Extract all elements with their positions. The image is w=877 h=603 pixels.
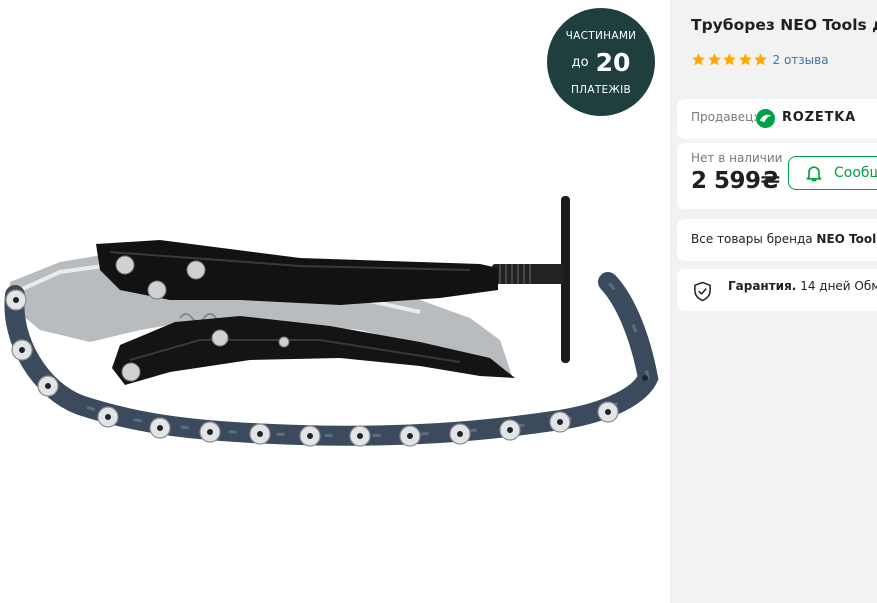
star-icon <box>754 53 767 66</box>
reviews-link[interactable]: 2 отзыва <box>773 53 829 67</box>
brand-link[interactable]: Все товары бренда NEO Tools <box>691 232 877 246</box>
bell-icon <box>806 166 822 182</box>
warranty-text: Гарантия. 14 дней Обмен/возврат <box>728 279 877 293</box>
warranty-details: 14 дней Обмен/возврат <box>800 279 877 293</box>
rozetka-logo-icon <box>756 109 775 128</box>
warranty-card[interactable]: Гарантия. 14 дней Обмен/возврат <box>677 269 877 311</box>
star-icon <box>692 53 705 66</box>
star-icon <box>738 53 752 66</box>
installment-badge-middle: до 20 <box>547 48 655 77</box>
product-price: 2 599₴ <box>691 168 780 194</box>
brand-card[interactable]: Все товары бренда NEO Tools <box>677 219 877 261</box>
seller-name[interactable]: ROZETKA <box>782 110 856 125</box>
star-icon <box>723 53 736 66</box>
stock-status: Нет в наличии <box>691 151 783 165</box>
brand-link-prefix: Все товары бренда <box>691 232 813 246</box>
price-card: Нет в наличии 2 599₴ Сообщить <box>677 143 877 209</box>
shield-check-icon <box>694 281 711 302</box>
product-gallery: ЧАСТИНАМИ до 20 ПЛАТЕЖІВ <box>0 0 670 603</box>
notify-button[interactable]: Сообщить <box>788 156 877 190</box>
seller-card: Продавец: ROZETKA <box>677 99 877 139</box>
product-rating[interactable]: 2 отзыва <box>691 52 829 67</box>
notify-button-label: Сообщить <box>834 165 877 181</box>
brand-name: NEO Tools <box>816 232 877 246</box>
star-icon <box>707 53 721 66</box>
installment-badge[interactable]: ЧАСТИНАМИ до 20 ПЛАТЕЖІВ <box>547 8 655 116</box>
installment-badge-bottom: ПЛАТЕЖІВ <box>570 84 632 96</box>
product-title: Труборез NEO Tools для ст <box>691 16 877 34</box>
installment-badge-prefix: до <box>571 55 589 70</box>
warranty-label: Гарантия. <box>728 279 797 293</box>
installment-badge-top: ЧАСТИНАМИ <box>565 30 637 42</box>
seller-label: Продавец: <box>691 110 758 124</box>
product-sidebar: Труборез NEO Tools для ст 2 отзыва Прода… <box>670 0 877 603</box>
installment-badge-number: 20 <box>595 48 631 77</box>
